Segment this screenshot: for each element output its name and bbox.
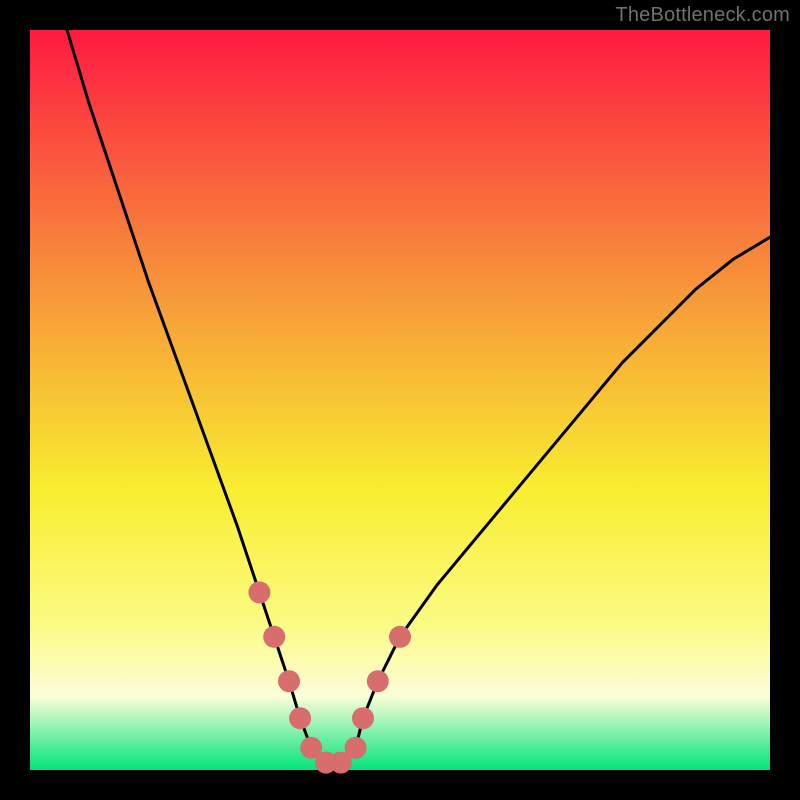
curve-marker bbox=[289, 707, 311, 729]
curve-marker bbox=[263, 626, 285, 648]
curve-marker bbox=[389, 626, 411, 648]
plot-area bbox=[30, 30, 770, 770]
bottleneck-chart bbox=[0, 0, 800, 800]
curve-marker bbox=[367, 670, 389, 692]
chart-container: TheBottleneck.com bbox=[0, 0, 800, 800]
curve-marker bbox=[352, 707, 374, 729]
curve-marker bbox=[248, 581, 270, 603]
watermark-text: TheBottleneck.com bbox=[615, 4, 790, 27]
curve-marker bbox=[278, 670, 300, 692]
curve-marker bbox=[345, 737, 367, 759]
